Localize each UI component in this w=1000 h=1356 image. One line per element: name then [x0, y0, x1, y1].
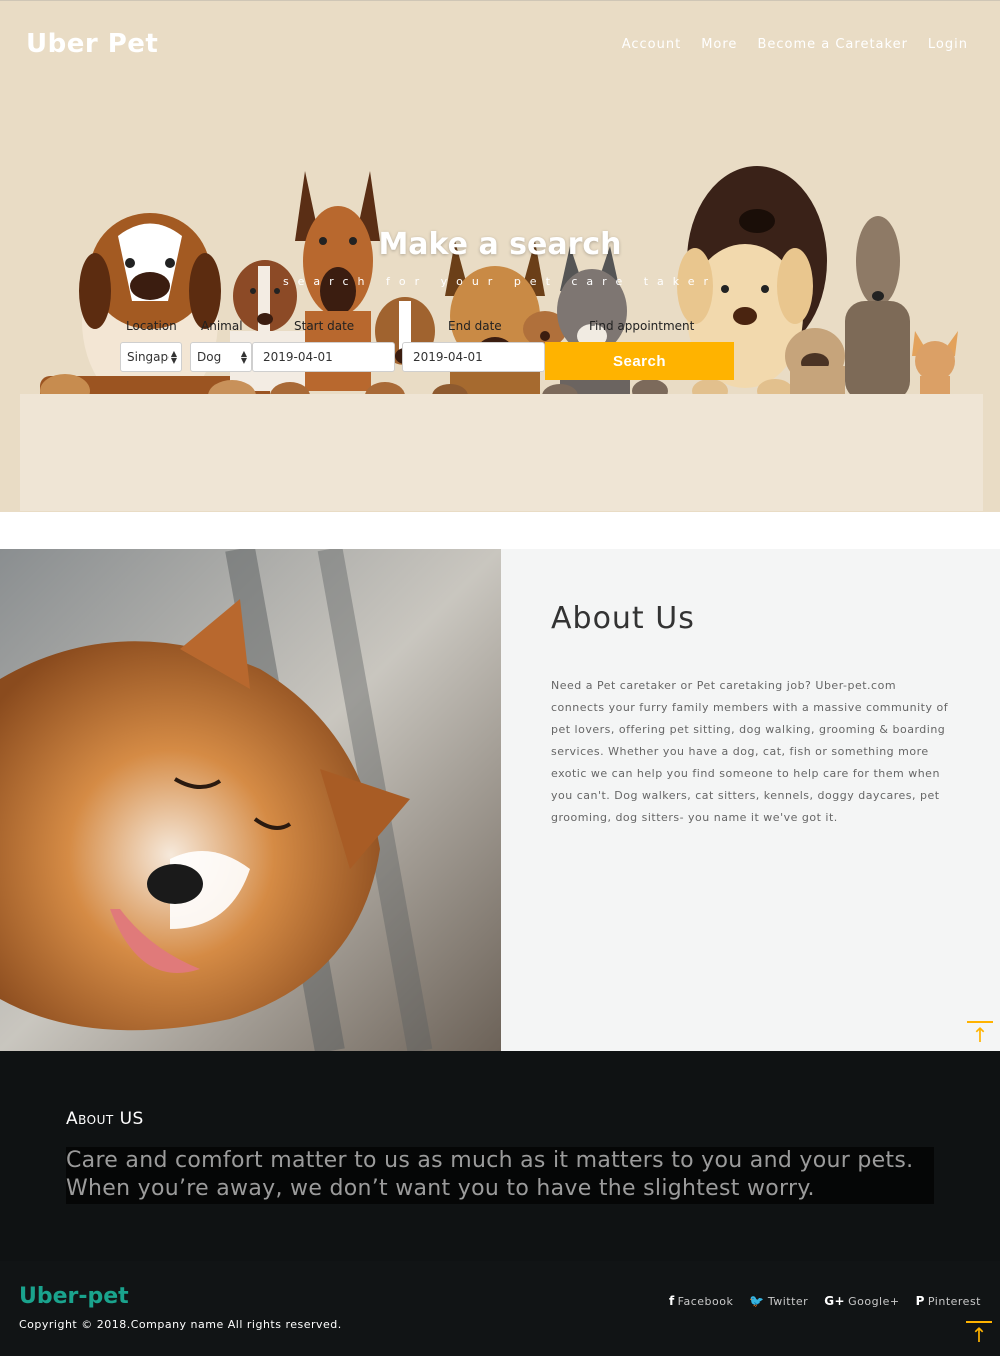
animal-select-value: Dog [197, 350, 222, 364]
twitter-icon: 🐦 [749, 1294, 765, 1308]
nav-login[interactable]: Login [928, 37, 968, 52]
copyright-text: Copyright © 2018.Company name All rights… [19, 1318, 342, 1331]
select-arrows-icon: ▲ ▼ [240, 349, 247, 365]
about-title: About Us [551, 601, 695, 636]
back-to-top-arrow-icon[interactable]: ↑ [967, 1021, 993, 1047]
google-plus-icon: G+ [824, 1294, 846, 1308]
pinterest-link[interactable]: P Pinterest [916, 1294, 981, 1308]
hero-ledge [20, 394, 983, 511]
start-date-label: Start date [294, 319, 355, 333]
shiba-photo [0, 549, 501, 1051]
band-quote: Care and comfort matter to us as much as… [66, 1147, 934, 1204]
google-plus-link[interactable]: G+ Google+ [824, 1294, 899, 1308]
top-nav: Account More Become a Caretaker Login [622, 37, 968, 52]
nav-more[interactable]: More [701, 37, 737, 52]
pinterest-label: Pinterest [927, 1294, 981, 1308]
animal-select[interactable]: Dog ▲ ▼ [190, 342, 252, 372]
twitter-link[interactable]: 🐦 Twitter [749, 1294, 808, 1308]
facebook-label: Facebook [677, 1294, 734, 1308]
location-select-value: Singapore [127, 350, 169, 364]
band-heading: About US [66, 1109, 144, 1129]
end-date-label: End date [448, 319, 502, 333]
search-button[interactable]: Search [545, 342, 734, 380]
start-date-value: 2019-04-01 [263, 350, 333, 364]
facebook-icon: f [668, 1294, 675, 1308]
pinterest-icon: P [915, 1294, 925, 1308]
hero-subtitle: search for your pet care taker [282, 275, 718, 288]
about-us-band: About US Care and comfort matter to us a… [0, 1051, 1000, 1261]
twitter-label: Twitter [767, 1294, 809, 1308]
about-text: Need a Pet caretaker or Pet caretaking j… [551, 679, 949, 824]
facebook-link[interactable]: f Facebook [669, 1294, 733, 1308]
select-arrows-icon: ▲ ▼ [170, 349, 177, 365]
site-logo[interactable]: Uber Pet [26, 29, 158, 59]
hero-section: Uber Pet Account More Become a Caretaker… [0, 0, 1000, 512]
footer: Uber-pet Copyright © 2018.Company name A… [0, 1261, 1000, 1356]
start-date-input[interactable]: 2019-04-01 [252, 342, 395, 372]
google-plus-label: Google+ [848, 1294, 900, 1308]
find-appointment-label: Find appointment [589, 319, 695, 333]
hero-title: Make a search [378, 227, 622, 262]
location-label: Location [126, 319, 177, 333]
footer-logo[interactable]: Uber-pet [19, 1284, 129, 1309]
nav-become-caretaker[interactable]: Become a Caretaker [757, 37, 907, 52]
about-section: About Us Need a Pet caretaker or Pet car… [501, 549, 1000, 1051]
end-date-input[interactable]: 2019-04-01 [402, 342, 545, 372]
animal-label: Animal [201, 319, 243, 333]
back-to-top-arrow-icon[interactable]: ↑ [966, 1321, 992, 1347]
end-date-value: 2019-04-01 [413, 350, 483, 364]
nav-account[interactable]: Account [622, 37, 682, 52]
location-select[interactable]: Singapore ▲▼ [120, 342, 182, 372]
social-links: f Facebook 🐦 Twitter G+ Google+ P Pinterest [669, 1294, 981, 1308]
